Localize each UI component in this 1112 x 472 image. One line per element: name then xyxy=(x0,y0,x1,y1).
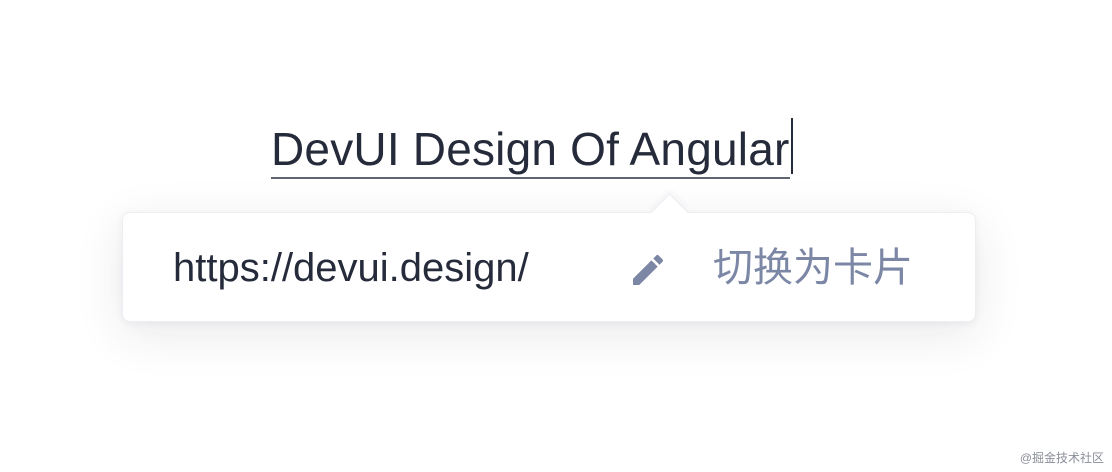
popover-arrow xyxy=(650,193,689,232)
watermark: @掘金技术社区 xyxy=(1019,451,1104,465)
link-popover: https://devui.design/ 切换为卡片 xyxy=(122,193,976,322)
editor-link[interactable]: DevUI Design Of Angular xyxy=(271,118,793,182)
text-caret xyxy=(790,118,793,174)
link-text[interactable]: DevUI Design Of Angular xyxy=(271,121,790,179)
link-url[interactable]: https://devui.design/ xyxy=(173,243,529,293)
edit-link-button[interactable] xyxy=(627,249,669,291)
pencil-icon xyxy=(633,254,664,285)
switch-to-card-button[interactable]: 切换为卡片 xyxy=(713,243,913,293)
